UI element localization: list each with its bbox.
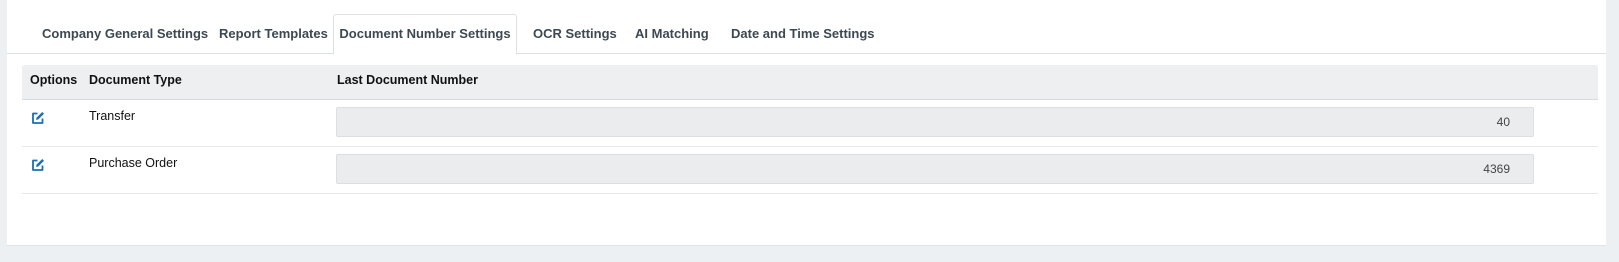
last-document-number-field[interactable] [336,107,1534,137]
document-number-table: Options Document Type Last Document Numb… [22,65,1598,194]
settings-panel: Company General Settings Report Template… [7,0,1606,246]
tab-report-templates[interactable]: Report Templates [219,14,328,54]
last-document-number-field[interactable] [336,154,1534,184]
tab-ai-matching[interactable]: AI Matching [635,14,709,54]
column-header-options: Options [30,73,78,87]
tab-date-and-time-settings[interactable]: Date and Time Settings [731,14,875,54]
table-header: Options Document Type Last Document Numb… [22,65,1598,100]
edit-icon[interactable] [31,158,45,172]
settings-tabs: Company General Settings Report Template… [7,0,1606,55]
document-type-cell: Transfer [89,109,136,123]
tab-company-general-settings[interactable]: Company General Settings [42,14,208,54]
tab-document-number-settings[interactable]: Document Number Settings [333,14,517,55]
tab-ocr-settings[interactable]: OCR Settings [533,14,617,54]
column-header-last-document-number: Last Document Number [337,73,478,87]
document-type-cell: Purchase Order [89,156,178,170]
column-header-document-type: Document Type [89,73,182,87]
edit-icon[interactable] [31,111,45,125]
table-row: Purchase Order [22,147,1598,194]
table-row: Transfer [22,100,1598,147]
